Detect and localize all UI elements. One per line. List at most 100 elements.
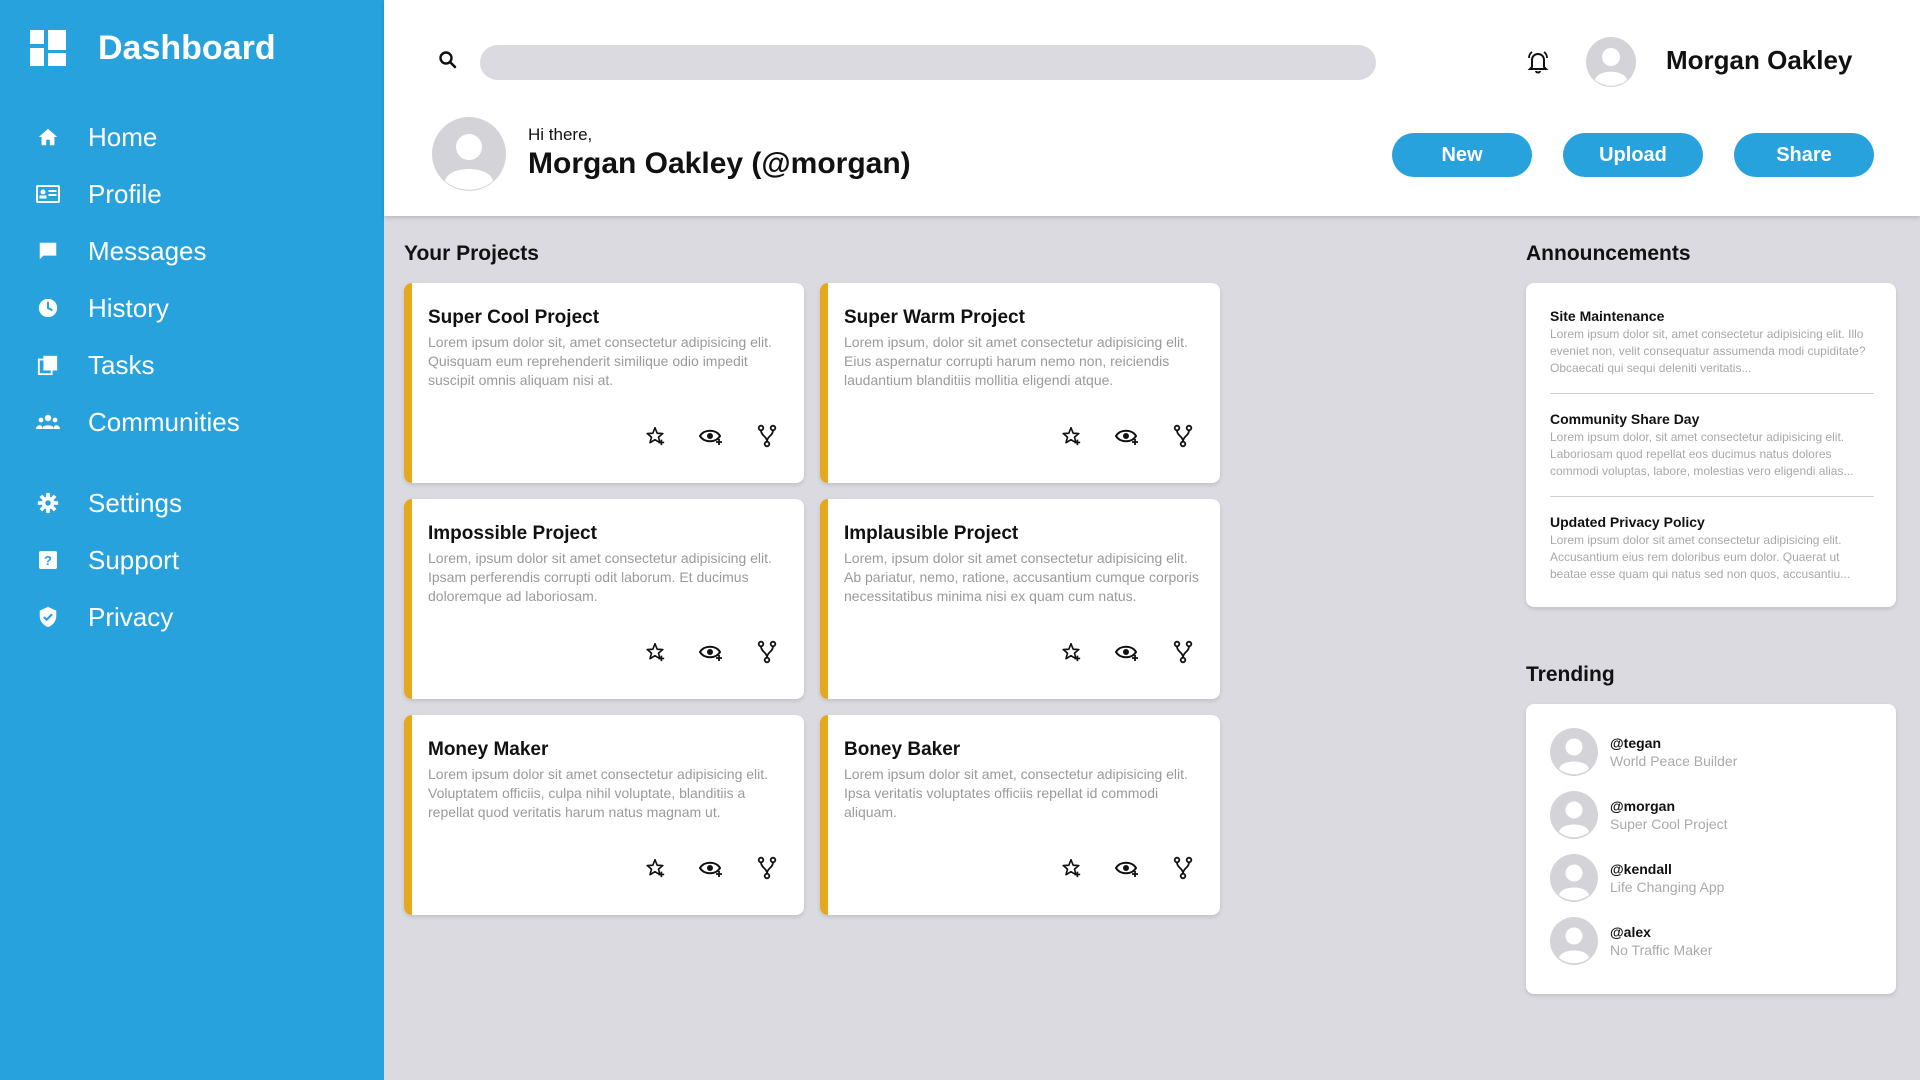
projects-title: Your Projects xyxy=(404,242,539,265)
trending-panel: @tegan World Peace Builder @morgan Super… xyxy=(1526,704,1896,994)
gear-icon xyxy=(36,491,60,515)
divider xyxy=(1550,496,1874,497)
avatar xyxy=(1550,791,1598,839)
fork-icon[interactable] xyxy=(754,639,780,665)
new-button[interactable]: New xyxy=(1392,133,1532,177)
watch-icon[interactable] xyxy=(1114,423,1140,449)
watch-icon[interactable] xyxy=(1114,639,1140,665)
sidebar-item-settings[interactable]: Settings xyxy=(36,483,182,523)
star-icon[interactable] xyxy=(642,423,668,449)
tasks-icon xyxy=(36,353,60,377)
avatar xyxy=(1550,917,1598,965)
fork-icon[interactable] xyxy=(1170,639,1196,665)
share-button[interactable]: Share xyxy=(1734,133,1874,177)
announcement-body: Lorem ipsum dolor sit amet consectetur a… xyxy=(1550,533,1851,581)
star-icon[interactable] xyxy=(1058,423,1084,449)
avatar xyxy=(1550,854,1598,902)
sidebar-item-label: Privacy xyxy=(88,601,174,632)
watch-icon[interactable] xyxy=(698,855,724,881)
sidebar-item-label: Messages xyxy=(88,235,207,266)
project-actions xyxy=(642,423,810,449)
sidebar-item-label: Settings xyxy=(88,487,182,518)
project-card[interactable]: Impossible Project Lorem, ipsum dolor sit… xyxy=(404,499,804,699)
project-actions xyxy=(1058,855,1226,881)
greeting-name: Morgan Oakley (@morgan) xyxy=(528,147,911,180)
project-title: Super Cool Project xyxy=(428,307,600,328)
fork-icon[interactable] xyxy=(1170,855,1196,881)
upload-button[interactable]: Upload xyxy=(1563,133,1703,177)
announcement-body: Lorem ipsum dolor sit, amet consectetur … xyxy=(1550,327,1866,375)
sidebar-item-privacy[interactable]: Privacy xyxy=(36,597,173,637)
announcement-title: Community Share Day xyxy=(1550,411,1700,427)
project-description: Lorem, ipsum dolor sit amet consectetur … xyxy=(844,550,1199,604)
project-card[interactable]: Boney Baker Lorem ipsum dolor sit amet, c… xyxy=(820,715,1220,915)
project-card[interactable]: Super Cool Project Lorem ipsum dolor sit,… xyxy=(404,283,804,483)
trending-item[interactable]: @alex No Traffic Maker xyxy=(1550,917,1712,965)
trending-item[interactable]: @morgan Super Cool Project xyxy=(1550,791,1728,839)
profile-avatar xyxy=(432,117,506,191)
project-title: Super Warm Project xyxy=(844,307,1025,328)
project-card[interactable]: Money Maker Lorem ipsum dolor sit amet co… xyxy=(404,715,804,915)
announcement-body: Lorem ipsum dolor, sit amet consectetur … xyxy=(1550,430,1854,478)
trending-subtitle: No Traffic Maker xyxy=(1610,942,1713,958)
trending-handle: @tegan xyxy=(1610,735,1661,751)
brand[interactable]: Dashboard xyxy=(30,29,276,67)
announcement-item[interactable]: Updated Privacy Policy Lorem ipsum dolor… xyxy=(1550,514,1874,583)
project-description: Lorem ipsum dolor sit amet consectetur a… xyxy=(428,766,769,820)
sidebar-item-support[interactable]: ? Support xyxy=(36,540,179,580)
search-input[interactable] xyxy=(480,45,1376,80)
trending-handle: @morgan xyxy=(1610,798,1675,814)
project-description: Lorem, ipsum dolor sit amet consectetur … xyxy=(428,550,772,604)
bell-icon[interactable] xyxy=(1524,48,1554,78)
announcement-item[interactable]: Community Share Day Lorem ipsum dolor, s… xyxy=(1550,411,1874,480)
svg-text:?: ? xyxy=(44,553,52,568)
project-card[interactable]: Implausible Project Lorem, ipsum dolor si… xyxy=(820,499,1220,699)
project-description: Lorem ipsum dolor sit, amet consectetur … xyxy=(428,334,772,388)
announcements-title: Announcements xyxy=(1526,242,1691,265)
project-title: Money Maker xyxy=(428,739,549,760)
star-icon[interactable] xyxy=(1058,855,1084,881)
fork-icon[interactable] xyxy=(754,423,780,449)
header: Morgan Oakley Hi there, Morgan Oakley (@… xyxy=(384,0,1920,216)
sidebar-item-label: Tasks xyxy=(88,349,155,380)
greeting: Hi there, xyxy=(528,125,593,144)
project-actions xyxy=(1058,639,1226,665)
sidebar-item-messages[interactable]: Messages xyxy=(36,231,207,271)
id-card-icon xyxy=(36,182,60,206)
fork-icon[interactable] xyxy=(1170,423,1196,449)
shield-icon xyxy=(36,605,60,629)
star-icon[interactable] xyxy=(642,639,668,665)
project-description: Lorem ipsum, dolor sit amet consectetur … xyxy=(844,334,1188,388)
fork-icon[interactable] xyxy=(754,855,780,881)
sidebar-item-label: History xyxy=(88,292,169,323)
divider xyxy=(1550,393,1874,394)
trending-title: Trending xyxy=(1526,663,1615,686)
message-icon xyxy=(36,239,60,263)
project-card[interactable]: Super Warm Project Lorem ipsum, dolor sit… xyxy=(820,283,1220,483)
brand-title: Dashboard xyxy=(98,28,276,67)
project-actions xyxy=(642,855,810,881)
announcement-item[interactable]: Site Maintenance Lorem ipsum dolor sit, … xyxy=(1550,308,1874,377)
sidebar: Dashboard Home Profile Messages History … xyxy=(0,0,384,1080)
watch-icon[interactable] xyxy=(1114,855,1140,881)
trending-subtitle: Life Changing App xyxy=(1610,879,1725,895)
search-icon[interactable] xyxy=(438,50,460,72)
sidebar-item-tasks[interactable]: Tasks xyxy=(36,345,154,385)
sidebar-item-label: Support xyxy=(88,544,180,575)
sidebar-item-communities[interactable]: Communities xyxy=(36,402,240,442)
announcement-title: Site Maintenance xyxy=(1550,308,1665,324)
user-name[interactable]: Morgan Oakley xyxy=(1666,45,1852,76)
sidebar-item-profile[interactable]: Profile xyxy=(36,174,162,214)
watch-icon[interactable] xyxy=(698,423,724,449)
avatar xyxy=(1550,728,1598,776)
watch-icon[interactable] xyxy=(698,639,724,665)
sidebar-item-home[interactable]: Home xyxy=(36,117,157,157)
avatar[interactable] xyxy=(1586,37,1636,87)
star-icon[interactable] xyxy=(1058,639,1084,665)
clock-icon xyxy=(36,296,60,320)
star-icon[interactable] xyxy=(642,855,668,881)
sidebar-item-history[interactable]: History xyxy=(36,288,169,328)
trending-item[interactable]: @tegan World Peace Builder xyxy=(1550,728,1737,776)
trending-subtitle: Super Cool Project xyxy=(1610,816,1728,832)
trending-item[interactable]: @kendall Life Changing App xyxy=(1550,854,1724,902)
